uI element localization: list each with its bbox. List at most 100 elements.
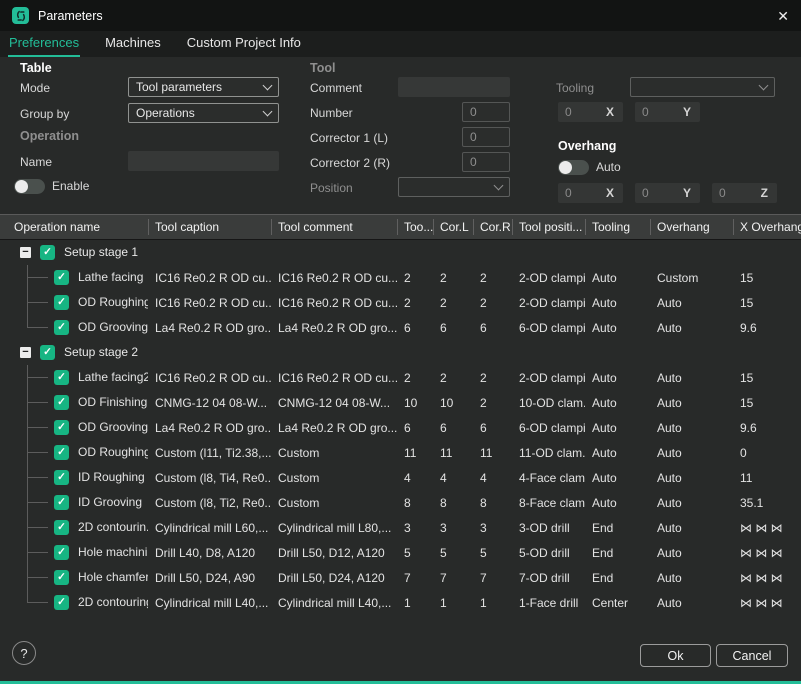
column-header[interactable]: Overhang	[650, 219, 733, 235]
check-icon: ✓	[57, 397, 66, 408]
comment-input[interactable]	[398, 77, 510, 97]
tool-comment-cell: Custom	[271, 496, 397, 510]
corrector-r-cell: 6	[473, 421, 512, 435]
tool-number-cell: 10	[397, 396, 433, 410]
x-overhang-cell: 15	[733, 396, 801, 410]
group-checkbox[interactable]: ✓	[40, 245, 55, 260]
row-checkbox[interactable]: ✓	[54, 495, 69, 510]
table-header: Operation nameTool captionTool commentTo…	[0, 214, 801, 240]
x-overhang-cell: ⋈ ⋈ ⋈	[733, 571, 801, 585]
tool-number-cell: 6	[397, 321, 433, 335]
tooling-select	[630, 77, 775, 97]
tab-machines[interactable]: Machines	[104, 31, 162, 57]
overhang-cell: Auto	[650, 396, 733, 410]
column-header[interactable]: Tool caption	[148, 219, 271, 235]
mode-select[interactable]: Tool parameters	[128, 77, 279, 97]
row-checkbox[interactable]: ✓	[54, 395, 69, 410]
row-checkbox[interactable]: ✓	[54, 570, 69, 585]
table-row[interactable]: ✓ OD Roughing2 Custom (l11, Ti2.38,... C…	[0, 440, 801, 465]
overhang-z-input: 0Z	[712, 183, 777, 203]
table-row[interactable]: ✓ 2D contourin... Cylindrical mill L60,.…	[0, 515, 801, 540]
row-checkbox[interactable]: ✓	[54, 420, 69, 435]
table-row[interactable]: ✓ 2D contouring Cylindrical mill L40,...…	[0, 590, 801, 615]
row-checkbox[interactable]: ✓	[54, 520, 69, 535]
column-header[interactable]: Cor.L	[433, 219, 473, 235]
tree-line	[27, 602, 48, 603]
tooling-label: Tooling	[556, 81, 594, 95]
row-checkbox[interactable]: ✓	[54, 270, 69, 285]
chevron-down-icon	[263, 107, 273, 117]
group-row[interactable]: − ✓ Setup stage 1	[0, 240, 801, 265]
row-checkbox[interactable]: ✓	[54, 445, 69, 460]
row-checkbox[interactable]: ✓	[54, 295, 69, 310]
table-row[interactable]: ✓ Lathe facing2 IC16 Re0.2 R OD cu... IC…	[0, 365, 801, 390]
group-checkbox[interactable]: ✓	[40, 345, 55, 360]
row-checkbox[interactable]: ✓	[54, 545, 69, 560]
corrector-l-cell: 5	[433, 546, 473, 560]
row-checkbox[interactable]: ✓	[54, 320, 69, 335]
tool-caption-cell: Drill L50, D24, A90	[148, 571, 271, 585]
corrector-l-cell: 2	[433, 271, 473, 285]
table-row[interactable]: ✓ OD Roughing IC16 Re0.2 R OD cu... IC16…	[0, 290, 801, 315]
table-row[interactable]: ✓ Hole chamfer... Drill L50, D24, A90 Dr…	[0, 565, 801, 590]
corrector-r-cell: 2	[473, 296, 512, 310]
column-header[interactable]: Cor.R	[473, 219, 512, 235]
tab-preferences[interactable]: Preferences	[8, 31, 80, 57]
overhang-x-input: 0X	[558, 183, 623, 203]
column-header[interactable]: Tooling	[585, 219, 650, 235]
help-button[interactable]: ?	[12, 641, 36, 665]
column-header[interactable]: Operation name	[8, 219, 148, 235]
column-header[interactable]: X Overhang	[733, 219, 801, 235]
collapse-icon[interactable]: −	[20, 347, 31, 358]
corrector-l-cell: 8	[433, 496, 473, 510]
ok-button[interactable]: Ok	[640, 644, 711, 667]
enable-toggle[interactable]	[14, 179, 45, 194]
corrector2-label: Corrector 2 (R)	[310, 156, 390, 170]
x-overhang-cell: ⋈ ⋈ ⋈	[733, 521, 801, 535]
cancel-button[interactable]: Cancel	[716, 644, 788, 667]
corrector-r-cell: 5	[473, 546, 512, 560]
corrector2-input: 0	[462, 152, 510, 172]
row-checkbox[interactable]: ✓	[54, 595, 69, 610]
table-row[interactable]: ✓ OD Grooving La4 Re0.2 R OD gro... La4 …	[0, 315, 801, 340]
table-row[interactable]: ✓ ID Grooving Custom (l8, Ti2, Re0... Cu…	[0, 490, 801, 515]
overhang-auto-toggle[interactable]	[558, 160, 589, 175]
window-title: Parameters	[38, 9, 103, 23]
x-overhang-cell: 15	[733, 296, 801, 310]
column-header[interactable]: Tool positi...	[512, 219, 585, 235]
column-header[interactable]: Tool comment	[271, 219, 397, 235]
column-header[interactable]: Too...	[397, 219, 433, 235]
table-row[interactable]: ✓ ID Roughing Custom (l8, Ti4, Re0... Cu…	[0, 465, 801, 490]
corrector1-label: Corrector 1 (L)	[310, 131, 388, 145]
table-row[interactable]: ✓ Hole machini... Drill L40, D8, A120 Dr…	[0, 540, 801, 565]
corrector-l-cell: 4	[433, 471, 473, 485]
overhang-cell: Auto	[650, 496, 733, 510]
tooling-cell: Auto	[585, 371, 650, 385]
name-label: Name	[20, 155, 52, 169]
row-checkbox[interactable]: ✓	[54, 470, 69, 485]
tree-line	[27, 502, 48, 503]
tool-comment-cell: Cylindrical mill L40,...	[271, 596, 397, 610]
check-icon: ✓	[57, 272, 66, 283]
close-icon[interactable]: ✕	[777, 9, 789, 23]
row-checkbox[interactable]: ✓	[54, 370, 69, 385]
groupby-select[interactable]: Operations	[128, 103, 279, 123]
tool-caption-cell: La4 Re0.2 R OD gro...	[148, 321, 271, 335]
tool-caption-cell: Custom (l11, Ti2.38,...	[148, 446, 271, 460]
tool-caption-cell: IC16 Re0.2 R OD cu...	[148, 271, 271, 285]
tool-comment-cell: Cylindrical mill L80,...	[271, 521, 397, 535]
group-row[interactable]: − ✓ Setup stage 2	[0, 340, 801, 365]
tooling-cell: End	[585, 521, 650, 535]
table-row[interactable]: ✓ Lathe facing IC16 Re0.2 R OD cu... IC1…	[0, 265, 801, 290]
table-row[interactable]: ✓ OD Finishing CNMG-12 04 08-W... CNMG-1…	[0, 390, 801, 415]
overhang-cell: Auto	[650, 521, 733, 535]
check-icon: ✓	[57, 322, 66, 333]
collapse-icon[interactable]: −	[20, 247, 31, 258]
table-row[interactable]: ✓ OD Grooving2 La4 Re0.2 R OD gro... La4…	[0, 415, 801, 440]
tree-line	[27, 452, 48, 453]
operation-name: 2D contouring	[78, 595, 148, 609]
tool-comment-cell: IC16 Re0.2 R OD cu...	[271, 296, 397, 310]
tool-number-cell: 4	[397, 471, 433, 485]
operation-name: OD Grooving	[78, 320, 148, 334]
tab-custom-project-info[interactable]: Custom Project Info	[186, 31, 302, 57]
